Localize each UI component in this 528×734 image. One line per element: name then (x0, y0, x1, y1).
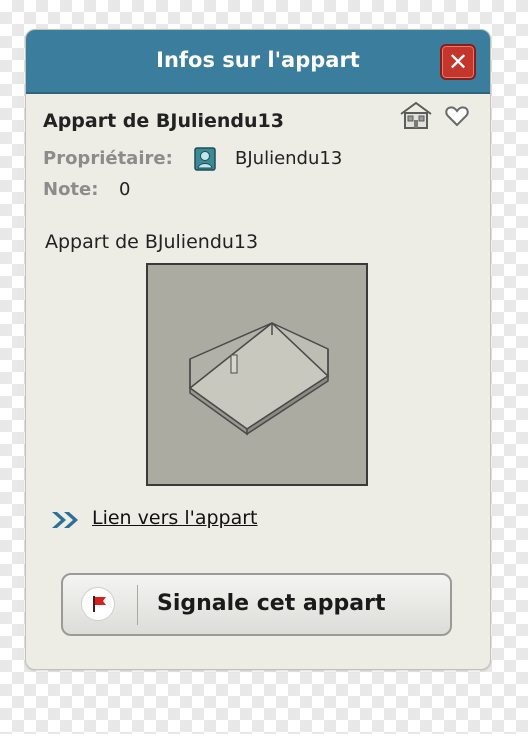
report-button-label: Signale cet appart (157, 591, 386, 616)
room-thumbnail (146, 263, 368, 486)
room-info-window: Infos sur l'appart ✕ Appart de BJuliendu… (25, 29, 491, 670)
room-name: Appart de BJuliendu13 (43, 110, 284, 132)
owner-name[interactable]: BJuliendu13 (235, 148, 342, 169)
rating-label: Note: (43, 179, 99, 200)
heart-icon[interactable] (445, 105, 469, 127)
close-icon: ✕ (447, 48, 469, 76)
button-separator (137, 585, 138, 625)
double-chevron-icon (52, 512, 78, 528)
flag-icon (93, 596, 106, 612)
room-description: Appart de BJuliendu13 (45, 231, 259, 253)
window-title: Infos sur l'appart (156, 48, 360, 72)
owner-label: Propriétaire: (43, 148, 173, 169)
home-icon[interactable] (399, 100, 433, 130)
user-icon (194, 147, 216, 171)
close-button[interactable]: ✕ (440, 44, 476, 80)
flag-badge (81, 587, 115, 621)
room-preview-image (188, 322, 330, 436)
rating-value: 0 (119, 179, 131, 200)
room-link-label[interactable]: Lien vers l'appart (92, 507, 258, 529)
window-titlebar[interactable]: Infos sur l'appart ✕ (26, 30, 490, 94)
report-room-button[interactable]: Signale cet appart (61, 573, 452, 636)
